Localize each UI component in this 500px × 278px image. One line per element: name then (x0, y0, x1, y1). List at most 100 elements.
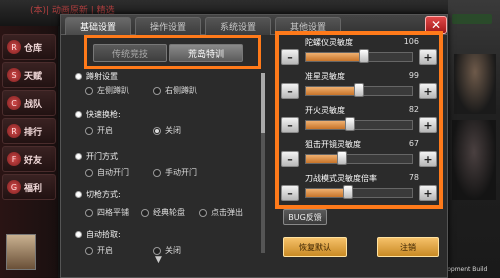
section-title-text: 切枪方式: (86, 190, 121, 199)
sensitivity-label: 开火灵敏度 (305, 106, 345, 115)
logout-button[interactable]: 注销 (377, 237, 439, 257)
radio-icon (199, 208, 207, 217)
sensitivity-slider[interactable] (305, 83, 413, 97)
section-title: 自动拾取: (75, 229, 121, 240)
settings-scrollbar-thumb[interactable] (261, 73, 265, 133)
option-label: 开启 (97, 246, 113, 255)
sensitivity-label: 陀螺仪灵敏度 (305, 38, 353, 47)
mode-classic-button[interactable]: 传统竞技 (93, 44, 167, 62)
decrease-button[interactable]: – (281, 83, 299, 99)
option-label: 关闭 (165, 126, 181, 135)
ranking-icon: R (7, 124, 21, 138)
sensitivity-panel: 陀螺仪灵敏度 106 – + 准星灵敏度 99 – + 开火灵敏度 82 – +… (275, 31, 443, 209)
talent-icon: S (7, 68, 21, 82)
section-toggle-icon[interactable] (75, 111, 82, 118)
section-title-text: 自动拾取: (86, 230, 121, 239)
radio-right-crouch[interactable]: 右侧蹲趴 (153, 85, 197, 96)
nav-item-ranking[interactable]: R 排行 (2, 118, 56, 144)
chevron-down-icon[interactable]: ▼ (155, 255, 162, 265)
mode-island-training-button[interactable]: 荒岛特训 (169, 44, 243, 62)
radio-auto-pickup-on[interactable]: 开启 (85, 245, 113, 256)
slider-knob[interactable] (345, 117, 356, 131)
nav-item-welfare[interactable]: G 福利 (2, 174, 56, 200)
radio-quick-switch-off[interactable]: 关闭 (153, 125, 181, 136)
radio-auto-open-door[interactable]: 自动开门 (85, 167, 129, 178)
radio-manual-open-door[interactable]: 手动开门 (153, 167, 197, 178)
option-label: 关闭 (165, 246, 181, 255)
sensitivity-slider[interactable] (305, 185, 413, 199)
radio-quick-switch-on[interactable]: 开启 (85, 125, 113, 136)
tab-system-settings[interactable]: 系统设置 (205, 17, 271, 35)
section-toggle-icon[interactable] (75, 191, 82, 198)
radio-icon (141, 208, 149, 217)
restore-defaults-button[interactable]: 恢复默认 (283, 237, 347, 257)
increase-button[interactable]: + (419, 185, 437, 201)
slider-fill (306, 53, 366, 61)
radio-left-crouch[interactable]: 左侧蹲趴 (85, 85, 129, 96)
nav-item-warehouse[interactable]: R 仓库 (2, 34, 56, 60)
mode-switch: 传统竞技 荒岛特训 (84, 35, 261, 69)
tab-operation-settings[interactable]: 操作设置 (135, 17, 201, 35)
section-toggle-icon[interactable] (75, 153, 82, 160)
slider-track (305, 154, 413, 164)
radio-click-popup[interactable]: 点击弹出 (199, 207, 243, 218)
sensitivity-label: 狙击开镜灵敏度 (305, 140, 361, 149)
section-title-text: 蹲射设置 (86, 72, 118, 81)
sensitivity-row: 陀螺仪灵敏度 106 – + (279, 37, 439, 71)
decrease-button[interactable]: – (281, 151, 299, 167)
avatar[interactable] (6, 234, 36, 270)
sensitivity-label: 刀战模式灵敏度倍率 (305, 174, 377, 183)
option-label: 自动开门 (97, 168, 129, 177)
sensitivity-row: 刀战模式灵敏度倍率 78 – + (279, 173, 439, 207)
sensitivity-value: 78 (408, 173, 419, 182)
slider-knob[interactable] (359, 49, 370, 63)
increase-button[interactable]: + (419, 83, 437, 99)
character-portrait (452, 120, 496, 200)
option-label: 点击弹出 (211, 208, 243, 217)
section-title: 切枪方式: (75, 189, 121, 200)
slider-track (305, 188, 413, 198)
warehouse-icon: R (7, 40, 21, 54)
increase-button[interactable]: + (419, 151, 437, 167)
radio-classic-wheel[interactable]: 经典轮盘 (141, 207, 185, 218)
sensitivity-slider[interactable] (305, 151, 413, 165)
sensitivity-row: 准星灵敏度 99 – + (279, 71, 439, 105)
radio-four-grid[interactable]: 四格平铺 (85, 207, 129, 218)
nav-item-clan[interactable]: C 战队 (2, 90, 56, 116)
radio-icon (85, 208, 93, 217)
slider-knob[interactable] (336, 151, 347, 165)
nav-item-friends[interactable]: F 好友 (2, 146, 56, 172)
decrease-button[interactable]: – (281, 49, 299, 65)
increase-button[interactable]: + (419, 49, 437, 65)
increase-button[interactable]: + (419, 117, 437, 133)
radio-icon (153, 86, 161, 95)
sensitivity-value: 106 (403, 37, 419, 46)
nav-item-label: 仓库 (24, 43, 43, 54)
option-label: 开启 (97, 126, 113, 135)
slider-knob[interactable] (343, 185, 354, 199)
bug-report-button[interactable]: BUG反馈 (283, 209, 327, 225)
slider-knob[interactable] (354, 83, 364, 97)
radio-icon (85, 246, 93, 255)
tab-basic-settings[interactable]: 基础设置 (65, 17, 131, 35)
radio-icon (153, 126, 161, 135)
sensitivity-value: 99 (408, 71, 419, 80)
decrease-button[interactable]: – (281, 185, 299, 201)
radio-icon (85, 86, 93, 95)
section-toggle-icon[interactable] (75, 73, 82, 80)
sensitivity-slider[interactable] (305, 49, 413, 63)
nav-item-label: 战队 (24, 99, 43, 110)
sensitivity-value: 67 (408, 139, 419, 148)
section-toggle-icon[interactable] (75, 231, 82, 238)
decrease-button[interactable]: – (281, 117, 299, 133)
slider-track (305, 120, 413, 130)
sensitivity-slider[interactable] (305, 117, 413, 131)
option-label: 经典轮盘 (153, 208, 185, 217)
section-title: 快速换枪: (75, 109, 121, 120)
signal-indicator (452, 14, 492, 24)
nav-item-talent[interactable]: S 天赋 (2, 62, 56, 88)
game-right-panel (448, 0, 500, 278)
sensitivity-row: 开火灵敏度 82 – + (279, 105, 439, 139)
settings-list: 蹲射设置 左侧蹲趴 右侧蹲趴 快速换枪: 开启 关闭 开门方式 自动开门 手动开… (61, 69, 261, 273)
option-label: 手动开门 (165, 168, 197, 177)
